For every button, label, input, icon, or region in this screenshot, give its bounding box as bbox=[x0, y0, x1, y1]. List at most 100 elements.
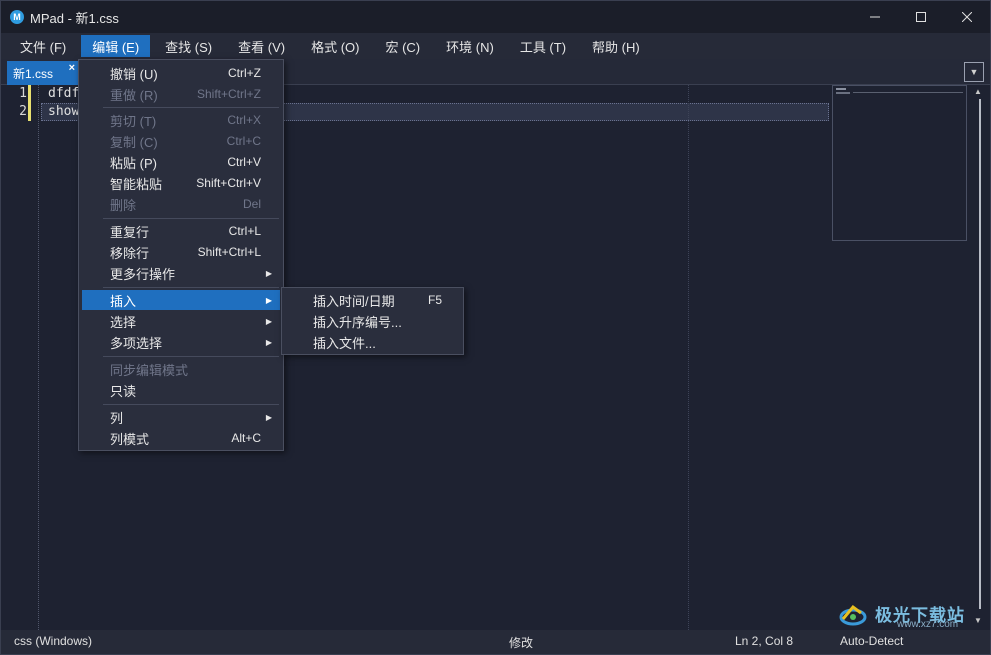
menu-edit[interactable]: 编辑 (E) bbox=[81, 35, 151, 57]
menu-item-label: 重复行 bbox=[110, 224, 150, 240]
vertical-scrollbar[interactable]: ▲ ▼ bbox=[971, 85, 988, 630]
menu-item-more-line-ops[interactable]: 更多行操作 ▶ bbox=[82, 263, 280, 283]
title-bar: M MPad - 新1.css bbox=[1, 1, 990, 33]
menu-item-remove-line[interactable]: 移除行 Shift+Ctrl+L bbox=[82, 242, 280, 262]
menu-item-insert-sequence[interactable]: 插入升序编号... bbox=[285, 311, 462, 331]
menu-separator bbox=[103, 404, 279, 405]
minimize-icon bbox=[870, 16, 880, 18]
watermark-url: www.xz7.com bbox=[897, 619, 959, 630]
minimap-line bbox=[836, 92, 850, 94]
menu-view[interactable]: 查看 (V) bbox=[227, 35, 296, 57]
menu-separator bbox=[103, 107, 279, 108]
menu-item-select[interactable]: 选择 ▶ bbox=[82, 311, 280, 331]
menu-item-insert-file[interactable]: 插入文件... bbox=[285, 332, 462, 352]
menu-item-label: 插入时间/日期 bbox=[313, 293, 395, 309]
menu-item-redo[interactable]: 重做 (R) Shift+Ctrl+Z bbox=[82, 84, 280, 104]
close-icon bbox=[962, 12, 972, 22]
tab-file[interactable]: 新1.css × bbox=[7, 61, 82, 89]
chevron-down-icon: ▼ bbox=[969, 67, 979, 77]
menu-item-label: 智能粘贴 bbox=[110, 176, 163, 192]
menu-item-label: 插入文件... bbox=[313, 335, 376, 351]
submenu-arrow-icon: ▶ bbox=[265, 295, 272, 305]
menu-item-shortcut: Ctrl+L bbox=[228, 224, 261, 238]
change-marker bbox=[28, 103, 31, 121]
status-bar: css (Windows) 修改 Ln 2, Col 8 Auto-Detect bbox=[1, 630, 990, 654]
menu-item-label: 只读 bbox=[110, 383, 137, 399]
status-encoding[interactable]: Auto-Detect bbox=[840, 634, 903, 648]
menu-item-label: 选择 bbox=[110, 314, 137, 330]
tab-close-icon[interactable]: × bbox=[69, 62, 75, 74]
menu-environment[interactable]: 环境 (N) bbox=[435, 35, 505, 57]
menu-item-shortcut: Shift+Ctrl+Z bbox=[196, 87, 261, 101]
menu-item-column-mode[interactable]: 列模式 Alt+C bbox=[82, 428, 280, 448]
menu-find[interactable]: 查找 (S) bbox=[154, 35, 223, 57]
watermark-logo-icon bbox=[839, 604, 867, 626]
menu-item-sync-edit[interactable]: 同步编辑模式 bbox=[82, 359, 280, 379]
menu-item-label: 列模式 bbox=[110, 431, 150, 447]
tab-list-dropdown-button[interactable]: ▼ bbox=[964, 62, 984, 82]
menu-help[interactable]: 帮助 (H) bbox=[581, 35, 651, 57]
menu-item-label: 列 bbox=[110, 410, 124, 426]
menu-item-paste[interactable]: 粘贴 (P) Ctrl+V bbox=[82, 152, 280, 172]
app-icon: M bbox=[10, 10, 24, 24]
menu-item-delete[interactable]: 删除 Del bbox=[82, 194, 280, 214]
menu-format[interactable]: 格式 (O) bbox=[300, 35, 370, 57]
menu-item-label: 删除 bbox=[110, 197, 137, 213]
menu-item-shortcut: Alt+C bbox=[231, 431, 261, 445]
menu-item-duplicate-line[interactable]: 重复行 Ctrl+L bbox=[82, 221, 280, 241]
submenu-arrow-icon: ▶ bbox=[265, 268, 272, 278]
menu-tools[interactable]: 工具 (T) bbox=[509, 35, 577, 57]
menu-item-label: 插入 bbox=[110, 293, 137, 309]
menu-bar: 文件 (F) 编辑 (E) 查找 (S) 查看 (V) 格式 (O) 宏 (C)… bbox=[1, 33, 990, 59]
menu-item-insert-datetime[interactable]: 插入时间/日期 F5 bbox=[285, 290, 462, 310]
menu-item-label: 更多行操作 bbox=[110, 266, 176, 282]
insert-submenu: 插入时间/日期 F5 插入升序编号... 插入文件... bbox=[281, 287, 464, 355]
scroll-up-icon[interactable]: ▲ bbox=[974, 87, 982, 96]
menu-item-shortcut: Ctrl+Z bbox=[228, 66, 261, 80]
menu-item-shortcut: F5 bbox=[427, 293, 442, 307]
right-edge-guide bbox=[688, 85, 689, 630]
minimize-button[interactable] bbox=[852, 1, 898, 33]
menu-item-label: 剪切 (T) bbox=[110, 113, 157, 129]
line-number: 2 bbox=[19, 104, 27, 119]
menu-item-shortcut: Ctrl+C bbox=[226, 134, 261, 148]
code-line[interactable]: show bbox=[48, 104, 79, 119]
mpad-window: M MPad - 新1.css 文件 (F) 编辑 (E) 查找 (S) 查看 … bbox=[0, 0, 991, 655]
submenu-arrow-icon: ▶ bbox=[265, 316, 272, 326]
menu-separator bbox=[103, 356, 279, 357]
menu-item-label: 移除行 bbox=[110, 245, 150, 261]
menu-item-read-only[interactable]: 只读 bbox=[82, 380, 280, 400]
status-file-type[interactable]: css (Windows) bbox=[14, 634, 92, 648]
menu-item-undo[interactable]: 撤销 (U) Ctrl+Z bbox=[82, 63, 280, 83]
menu-separator bbox=[103, 218, 279, 219]
line-number: 1 bbox=[19, 86, 27, 101]
close-button[interactable] bbox=[944, 1, 990, 33]
scrollbar-thumb[interactable] bbox=[979, 99, 981, 609]
menu-item-label: 插入升序编号... bbox=[313, 314, 402, 330]
code-line[interactable]: dfdf bbox=[48, 86, 79, 101]
maximize-button[interactable] bbox=[898, 1, 944, 33]
window-title: MPad - 新1.css bbox=[30, 10, 119, 26]
menu-item-shortcut: Shift+Ctrl+L bbox=[197, 245, 261, 259]
minimap-line bbox=[836, 88, 846, 90]
menu-item-label: 粘贴 (P) bbox=[110, 155, 157, 171]
menu-item-insert[interactable]: 插入 ▶ bbox=[82, 290, 280, 310]
watermark: 极光下载站 www.xz7.com bbox=[839, 601, 989, 631]
minimap[interactable] bbox=[832, 85, 967, 241]
submenu-arrow-icon: ▶ bbox=[265, 412, 272, 422]
status-modified-state: 修改 bbox=[509, 636, 534, 650]
menu-item-copy[interactable]: 复制 (C) Ctrl+C bbox=[82, 131, 280, 151]
window-controls bbox=[852, 1, 990, 33]
menu-macro[interactable]: 宏 (C) bbox=[374, 35, 431, 57]
menu-file[interactable]: 文件 (F) bbox=[9, 35, 77, 57]
maximize-icon bbox=[916, 12, 926, 22]
menu-item-cut[interactable]: 剪切 (T) Ctrl+X bbox=[82, 110, 280, 130]
menu-item-label: 多项选择 bbox=[110, 335, 163, 351]
menu-item-shortcut: Del bbox=[242, 197, 261, 211]
minimap-panel: ▲ ▼ bbox=[831, 85, 990, 630]
submenu-arrow-icon: ▶ bbox=[265, 337, 272, 347]
menu-item-smart-paste[interactable]: 智能粘贴 Shift+Ctrl+V bbox=[82, 173, 280, 193]
status-cursor-position[interactable]: Ln 2, Col 8 bbox=[735, 634, 793, 648]
menu-item-multi-select[interactable]: 多项选择 ▶ bbox=[82, 332, 280, 352]
menu-item-column[interactable]: 列 ▶ bbox=[82, 407, 280, 427]
